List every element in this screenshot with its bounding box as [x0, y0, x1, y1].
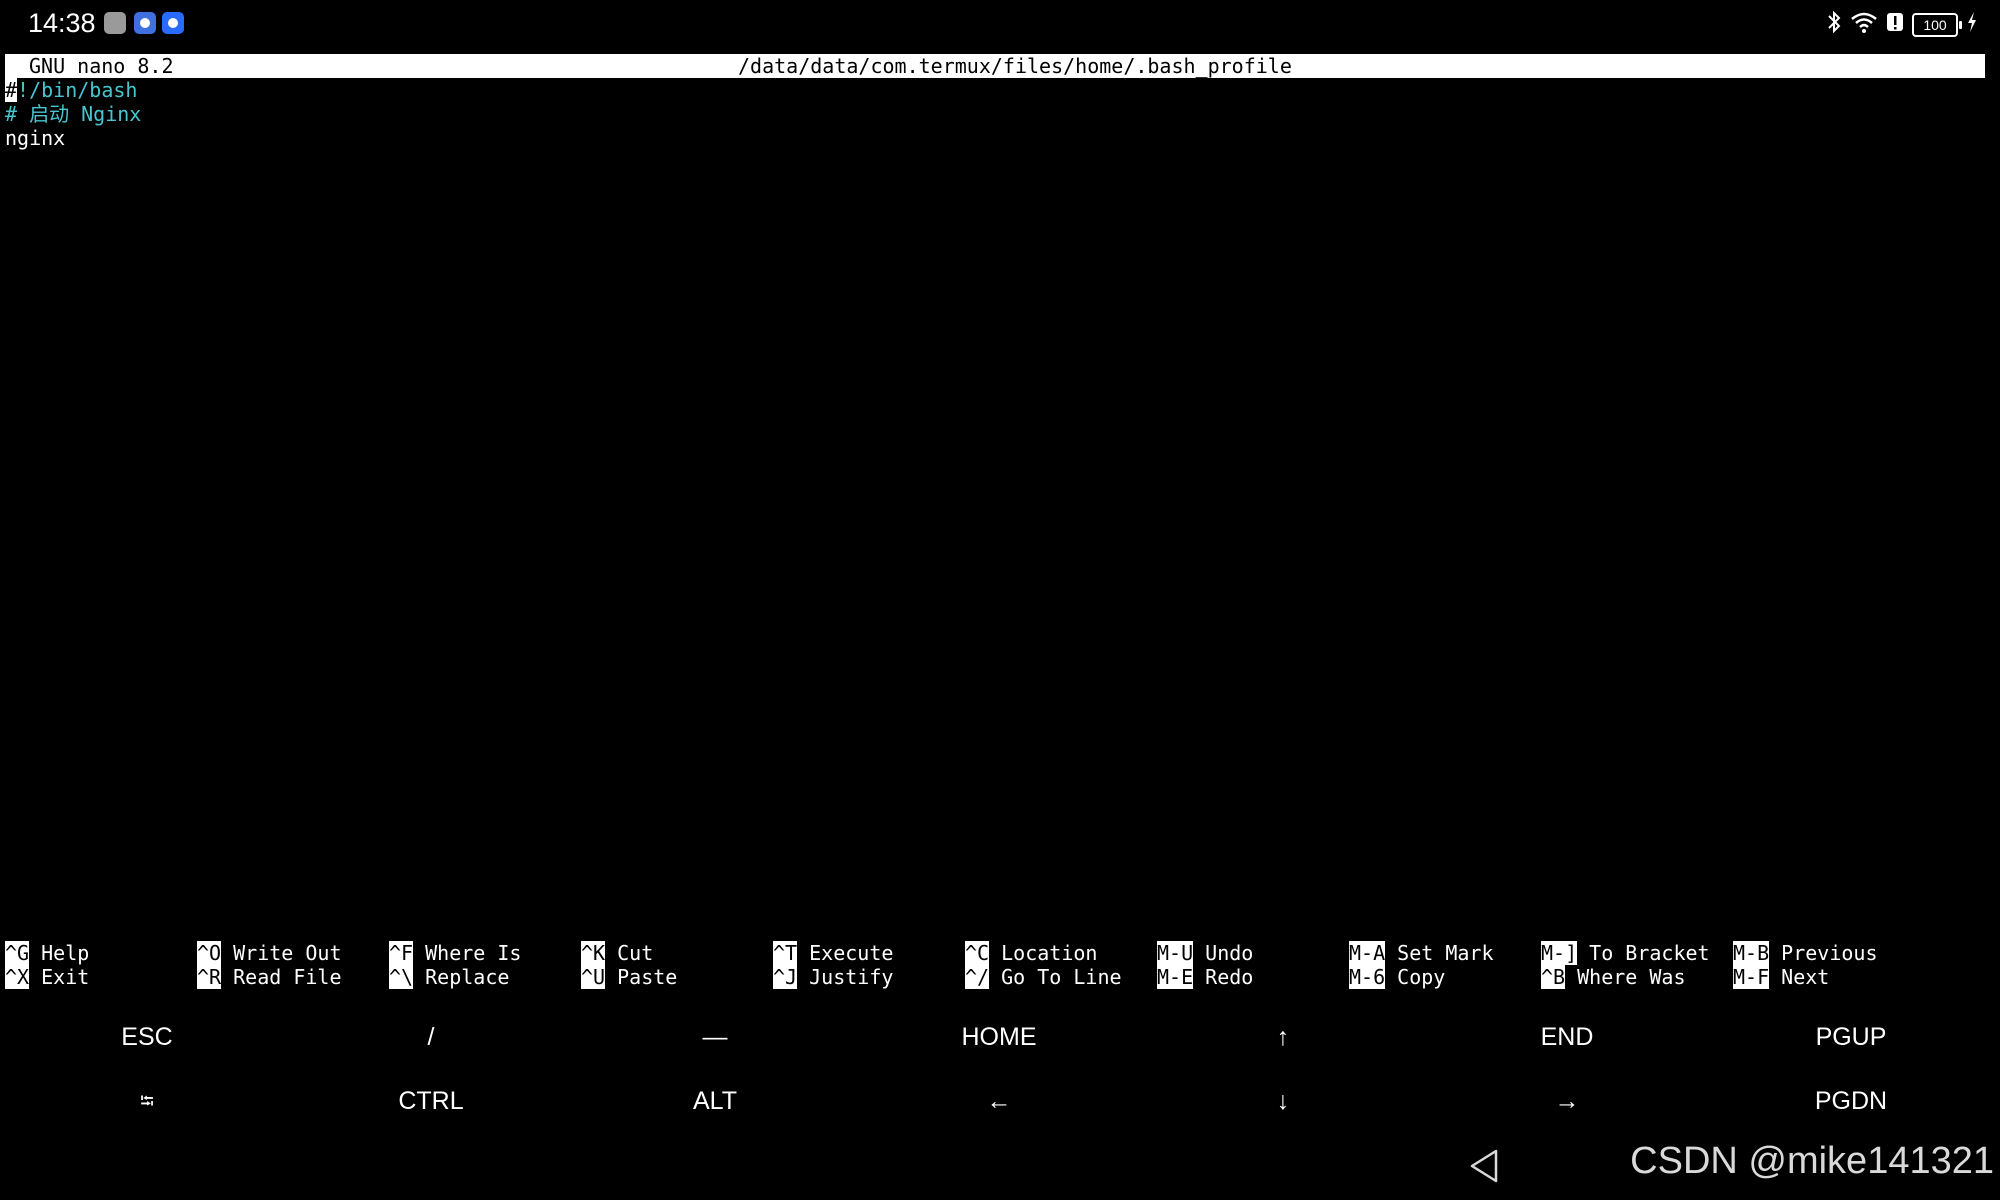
end-key[interactable]: END — [1425, 1005, 1709, 1069]
shortcut-group: ^K Cut ^U Paste — [581, 941, 773, 989]
shortcut-key[interactable]: M-A — [1349, 941, 1386, 965]
alt-key[interactable]: ALT — [573, 1069, 857, 1133]
shortcut-key[interactable]: ^G — [5, 941, 30, 965]
shortcut-label: Redo — [1205, 965, 1254, 989]
shortcut-label: Copy — [1397, 965, 1446, 989]
shortcut-label: Replace — [425, 965, 510, 989]
charging-icon — [1966, 10, 1978, 41]
shortcut-label: Execute — [809, 941, 894, 965]
app-notification-icon — [162, 12, 184, 34]
shortcut-key[interactable]: ^O — [197, 941, 222, 965]
home-key[interactable]: HOME — [857, 1005, 1141, 1069]
shortcut-label: Where Is — [425, 941, 522, 965]
shortcut-key[interactable]: ^J — [773, 965, 798, 989]
shortcut-key[interactable]: M-E — [1157, 965, 1194, 989]
file-path: /data/data/com.termux/files/home/.bash_p… — [738, 54, 1292, 78]
shortcut-key[interactable]: ^F — [389, 941, 414, 965]
tab-key[interactable]: ⭾ — [5, 1069, 289, 1133]
editor-line[interactable]: #!/bin/bash — [5, 78, 141, 102]
notification-icon — [104, 12, 126, 34]
app-notification-icon — [134, 12, 156, 34]
shortcut-group: ^T Execute ^J Justify — [773, 941, 965, 989]
shortcut-label: Help — [41, 941, 90, 965]
pgdn-key[interactable]: PGDN — [1709, 1069, 1993, 1133]
text-cursor: # — [5, 78, 18, 102]
shortcut-group: M-] To Bracket ^B Where Was — [1541, 941, 1733, 989]
shortcut-group: M-A Set Mark M-6 Copy — [1349, 941, 1541, 989]
shortcut-group: ^C Location ^/ Go To Line — [965, 941, 1157, 989]
shortcut-key[interactable]: M-6 — [1349, 965, 1386, 989]
shortcut-key[interactable]: ^U — [581, 965, 606, 989]
shortcut-label: Previous — [1781, 941, 1878, 965]
shortcut-label: Read File — [233, 965, 342, 989]
wifi-icon — [1850, 10, 1878, 41]
arrow-left-key[interactable]: ← — [857, 1069, 1141, 1133]
shortcut-key[interactable]: ^/ — [965, 965, 990, 989]
nano-shortcut-bar: ^G Help ^X Exit ^O Write Out ^R Read Fil… — [5, 941, 1985, 989]
ctrl-key[interactable]: CTRL — [289, 1069, 573, 1133]
shortcut-group: M-U Undo M-E Redo — [1157, 941, 1349, 989]
shortcut-label: Where Was — [1577, 965, 1686, 989]
status-icons: 100 — [1826, 10, 1978, 41]
shortcut-key[interactable]: ^B — [1541, 965, 1566, 989]
arrow-up-key[interactable]: ↑ — [1141, 1005, 1425, 1069]
nano-version: GNU nano 8.2 — [29, 54, 174, 78]
shortcut-key[interactable]: ^C — [965, 941, 990, 965]
shortcut-key[interactable]: ^\ — [389, 965, 414, 989]
shortcut-key[interactable]: M-F — [1733, 965, 1770, 989]
nano-title-bar: GNU nano 8.2 /data/data/com.termux/files… — [5, 54, 1985, 78]
shortcut-group: ^O Write Out ^R Read File — [197, 941, 389, 989]
status-time: 14:38 — [28, 8, 96, 38]
arrow-down-key[interactable]: ↓ — [1141, 1069, 1425, 1133]
dash-key[interactable]: — — [573, 1005, 857, 1069]
back-icon[interactable] — [1468, 1148, 1500, 1184]
shortcut-group: ^G Help ^X Exit — [5, 941, 197, 989]
alert-icon — [1886, 10, 1904, 41]
status-bar: 14:38 100 — [0, 0, 2000, 50]
shortcut-label: Go To Line — [1001, 965, 1122, 989]
bluetooth-icon — [1826, 10, 1842, 41]
shortcut-key[interactable]: ^R — [197, 965, 222, 989]
shortcut-group: ^F Where Is ^\ Replace — [389, 941, 581, 989]
watermark: CSDN @mike141321 — [1630, 1140, 1994, 1182]
shortcut-label: To Bracket — [1589, 941, 1710, 965]
shebang-text: !/bin/bash — [17, 78, 138, 102]
shortcut-label: Undo — [1205, 941, 1254, 965]
termux-extra-keys: ESC / — HOME ↑ END PGUP ⭾ CTRL ALT ← ↓ →… — [0, 1005, 2000, 1135]
shortcut-key[interactable]: ^X — [5, 965, 30, 989]
slash-key[interactable]: / — [289, 1005, 573, 1069]
shortcut-label: Write Out — [233, 941, 342, 965]
shortcut-key[interactable]: ^K — [581, 941, 606, 965]
esc-key[interactable]: ESC — [5, 1005, 289, 1069]
shortcut-key[interactable]: ^T — [773, 941, 798, 965]
editor-text-area[interactable]: #!/bin/bash # 启动 Nginx nginx — [5, 78, 141, 150]
shortcut-key[interactable]: M-] — [1541, 941, 1578, 965]
shortcut-label: Justify — [809, 965, 894, 989]
shortcut-label: Location — [1001, 941, 1098, 965]
shortcut-key[interactable]: M-B — [1733, 941, 1770, 965]
shortcut-label: Cut — [617, 941, 654, 965]
shortcut-group: M-B Previous M-F Next — [1733, 941, 1925, 989]
battery-icon: 100 — [1912, 13, 1962, 37]
arrow-right-key[interactable]: → — [1425, 1069, 1709, 1133]
shortcut-label: Paste — [617, 965, 678, 989]
shortcut-key[interactable]: M-U — [1157, 941, 1194, 965]
pgup-key[interactable]: PGUP — [1709, 1005, 1993, 1069]
shortcut-label: Exit — [41, 965, 90, 989]
shortcut-label: Next — [1781, 965, 1830, 989]
editor-line[interactable]: nginx — [5, 126, 141, 150]
shortcut-label: Set Mark — [1397, 941, 1494, 965]
editor-line[interactable]: # 启动 Nginx — [5, 102, 141, 126]
